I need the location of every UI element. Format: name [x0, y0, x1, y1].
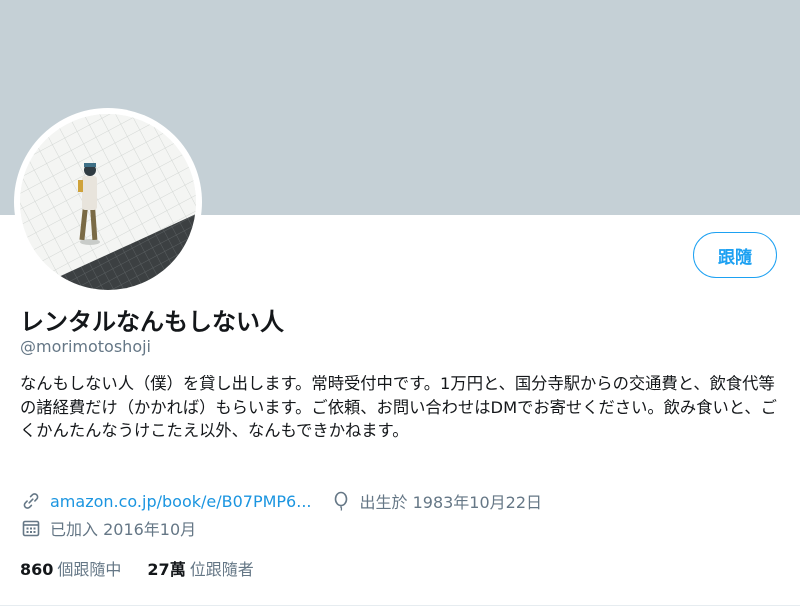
avatar-frame[interactable] — [14, 108, 202, 296]
profile-handle: @morimotoshoji — [20, 337, 151, 356]
following-stat[interactable]: 860 個跟隨中 — [20, 556, 121, 580]
profile-joined-date: 已加入 2016年10月 — [50, 520, 197, 539]
profile-meta-row: amazon.co.jp/book/e/B07PMP6... 出生於 1983年… — [20, 489, 542, 513]
follow-button[interactable]: 跟隨 — [693, 232, 777, 278]
profile-joined-row: 已加入 2016年10月 — [20, 516, 196, 540]
profile-name: レンタルなんもしない人 — [20, 308, 284, 336]
avatar[interactable] — [20, 114, 196, 290]
link-icon — [20, 490, 42, 512]
following-count: 860 — [20, 560, 54, 579]
profile-stats: 860 個跟隨中 27萬 位跟隨者 — [20, 556, 280, 580]
followers-count: 27萬 — [147, 560, 186, 579]
followers-label: 位跟隨者 — [189, 560, 254, 579]
divider — [0, 605, 800, 606]
following-label: 個跟隨中 — [57, 560, 122, 579]
avatar-photo — [20, 114, 196, 290]
profile-bio: なんもしない人（僕）を貸し出します。常時受付中です。1万円と、国分寺駅からの交通… — [20, 374, 777, 440]
profile-birthdate: 出生於 1983年10月22日 — [359, 493, 543, 512]
balloon-icon — [330, 490, 352, 512]
calendar-icon — [20, 517, 42, 539]
profile-website-link[interactable]: amazon.co.jp/book/e/B07PMP6... — [50, 492, 312, 511]
followers-stat[interactable]: 27萬 位跟隨者 — [147, 556, 253, 580]
